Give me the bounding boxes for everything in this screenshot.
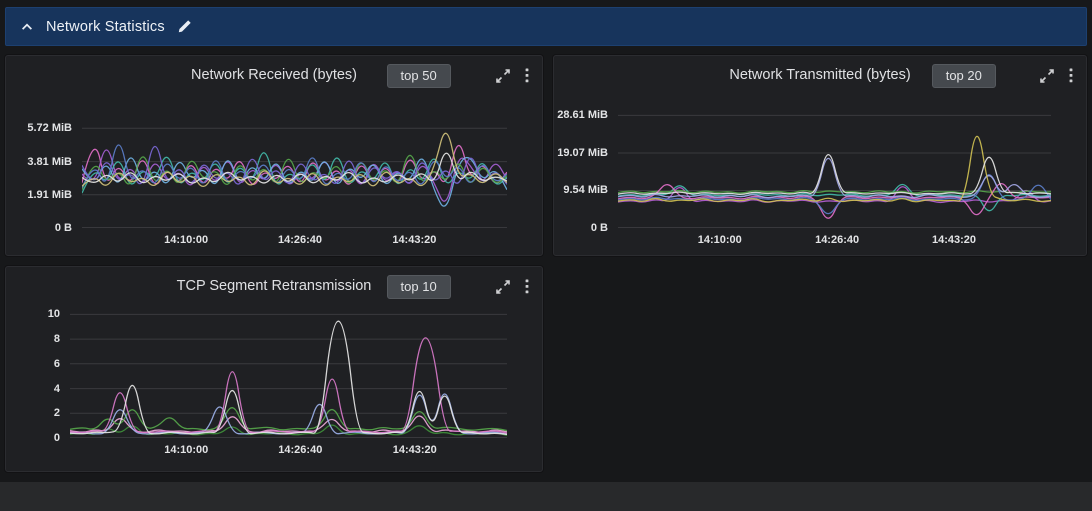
x-axis-labels: 14:10:00 14:26:40 14:43:20 [164,444,437,456]
chart-tcp-retransmission[interactable]: 0 2 4 6 8 10 14:10:00 14:26:40 14:43:20 [6,307,542,462]
x-axis-labels: 14:10:00 14:26:40 14:43:20 [697,234,977,246]
top-n-selector[interactable]: top 10 [386,275,451,299]
y-axis-labels: 0 B 1.91 MiB 3.81 MiB 5.72 MiB [27,122,72,234]
panel-network-transmitted: Network Transmitted (bytes) top 20 0 B 9.… [553,55,1087,256]
kebab-menu-icon[interactable] [525,68,529,83]
kebab-menu-icon[interactable] [525,279,529,294]
plot-area[interactable] [70,307,507,438]
chevron-up-icon[interactable] [20,21,34,32]
plot-area[interactable] [82,106,507,228]
section-title: Network Statistics [46,18,165,35]
top-n-selector[interactable]: top 50 [386,64,451,88]
chart-network-transmitted[interactable]: 0 B 9.54 MiB 19.07 MiB 28.61 MiB 14:10:00 14… [554,106,1086,252]
panel-title: TCP Segment Retransmission [176,278,372,294]
y-axis-labels: 0 B 9.54 MiB 19.07 MiB 28.61 MiB [557,109,608,234]
panel-network-received: Network Received (bytes) top 50 0 B 1.91 … [5,55,543,256]
expand-icon[interactable] [496,68,510,83]
y-axis-labels: 0 2 4 6 8 10 [47,308,60,444]
kebab-menu-icon[interactable] [1069,68,1073,83]
plot-area[interactable] [618,106,1051,228]
top-n-selector[interactable]: top 20 [931,64,996,88]
panel-title: Network Received (bytes) [191,67,357,83]
panel-tcp-retransmission: TCP Segment Retransmission top 10 024681… [5,266,543,472]
x-axis-labels: 14:10:00 14:26:40 14:43:20 [164,234,437,246]
chart-network-received[interactable]: 0 B 1.91 MiB 3.81 MiB 5.72 MiB 14:10:00 14:2… [6,106,542,252]
expand-icon[interactable] [1040,68,1054,83]
expand-icon[interactable] [496,279,510,294]
section-header-network-statistics[interactable]: Network Statistics [5,7,1087,46]
panel-title: Network Transmitted (bytes) [729,67,911,83]
edit-pencil-icon[interactable] [177,19,192,34]
